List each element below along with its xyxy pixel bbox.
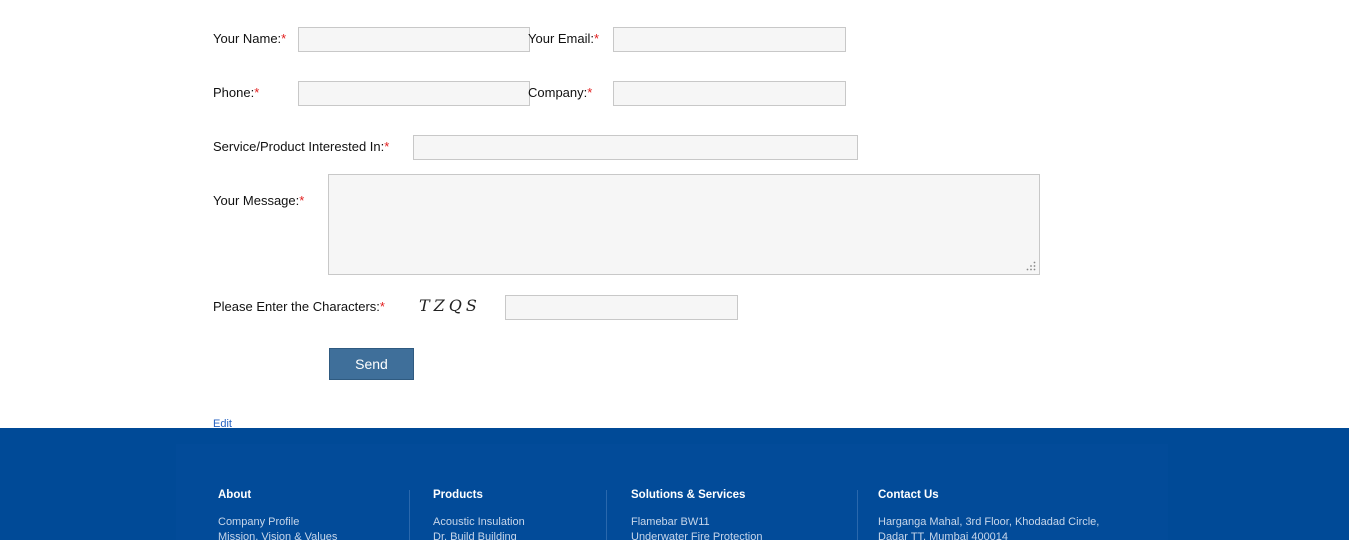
company-label: Company:* xyxy=(528,85,592,100)
footer-heading-solutions: Solutions & Services xyxy=(631,489,746,501)
footer: About Company Profile Mission, Vision & … xyxy=(0,428,1349,540)
message-wrapper xyxy=(328,174,1040,275)
footer-divider xyxy=(857,490,858,540)
company-label-text: Company: xyxy=(528,85,588,100)
email-label: Your Email:* xyxy=(528,31,599,46)
captcha-image: TZQS xyxy=(419,296,481,315)
footer-col-about: About Company Profile Mission, Vision & … xyxy=(218,489,337,540)
name-label-text: Your Name: xyxy=(213,31,282,46)
footer-heading-products: Products xyxy=(433,489,483,501)
footer-link-mission[interactable]: Mission, Vision & Values xyxy=(218,530,337,540)
company-input[interactable] xyxy=(613,81,846,106)
phone-input[interactable] xyxy=(298,81,530,106)
message-label: Your Message:* xyxy=(213,193,304,208)
footer-address-line2: Dadar TT, Mumbai 400014 xyxy=(878,531,1009,540)
footer-col-contact: Contact Us Harganga Mahal, 3rd Floor, Kh… xyxy=(878,489,1099,540)
message-label-text: Your Message: xyxy=(213,193,300,208)
service-label-text: Service/Product Interested In: xyxy=(213,139,385,154)
footer-link-underwater[interactable]: Underwater Fire Protection xyxy=(631,530,762,540)
required-mark: * xyxy=(594,31,600,46)
service-label: Service/Product Interested In:* xyxy=(213,139,389,154)
required-mark: * xyxy=(281,31,287,46)
email-label-text: Your Email: xyxy=(528,31,594,46)
footer-divider xyxy=(409,490,410,540)
captcha-label: Please Enter the Characters:* xyxy=(213,299,385,314)
footer-heading-about: About xyxy=(218,489,252,501)
required-mark: * xyxy=(299,193,305,208)
resize-grip-icon[interactable] xyxy=(1026,261,1036,271)
footer-col-solutions: Solutions & Services Flamebar BW11 Under… xyxy=(631,489,762,540)
name-input[interactable] xyxy=(298,27,530,52)
footer-link-acoustic-insulation[interactable]: Acoustic Insulation xyxy=(433,515,525,530)
required-mark: * xyxy=(384,139,390,154)
footer-address-line1: Harganga Mahal, 3rd Floor, Khodadad Circ… xyxy=(878,516,1100,528)
phone-label-text: Phone: xyxy=(213,85,255,100)
footer-link-flamebar[interactable]: Flamebar BW11 xyxy=(631,515,762,530)
phone-label: Phone:* xyxy=(213,85,259,100)
captcha-label-text: Please Enter the Characters: xyxy=(213,299,380,314)
captcha-input[interactable] xyxy=(505,295,738,320)
service-input[interactable] xyxy=(413,135,858,160)
footer-heading-contact: Contact Us xyxy=(878,489,939,501)
footer-col-products: Products Acoustic Insulation Dr. Build B… xyxy=(433,489,525,540)
footer-divider xyxy=(606,490,607,540)
email-input[interactable] xyxy=(613,27,846,52)
message-textarea[interactable] xyxy=(328,174,1040,275)
send-button[interactable]: Send xyxy=(329,348,414,380)
footer-link-company-profile[interactable]: Company Profile xyxy=(218,515,337,530)
footer-link-dr-build[interactable]: Dr. Build Building xyxy=(433,530,525,540)
required-mark: * xyxy=(587,85,593,100)
required-mark: * xyxy=(254,85,260,100)
name-label: Your Name:* xyxy=(213,31,286,46)
required-mark: * xyxy=(379,299,385,314)
page: Your Name:* Your Email:* Phone:* Company… xyxy=(0,0,1349,540)
